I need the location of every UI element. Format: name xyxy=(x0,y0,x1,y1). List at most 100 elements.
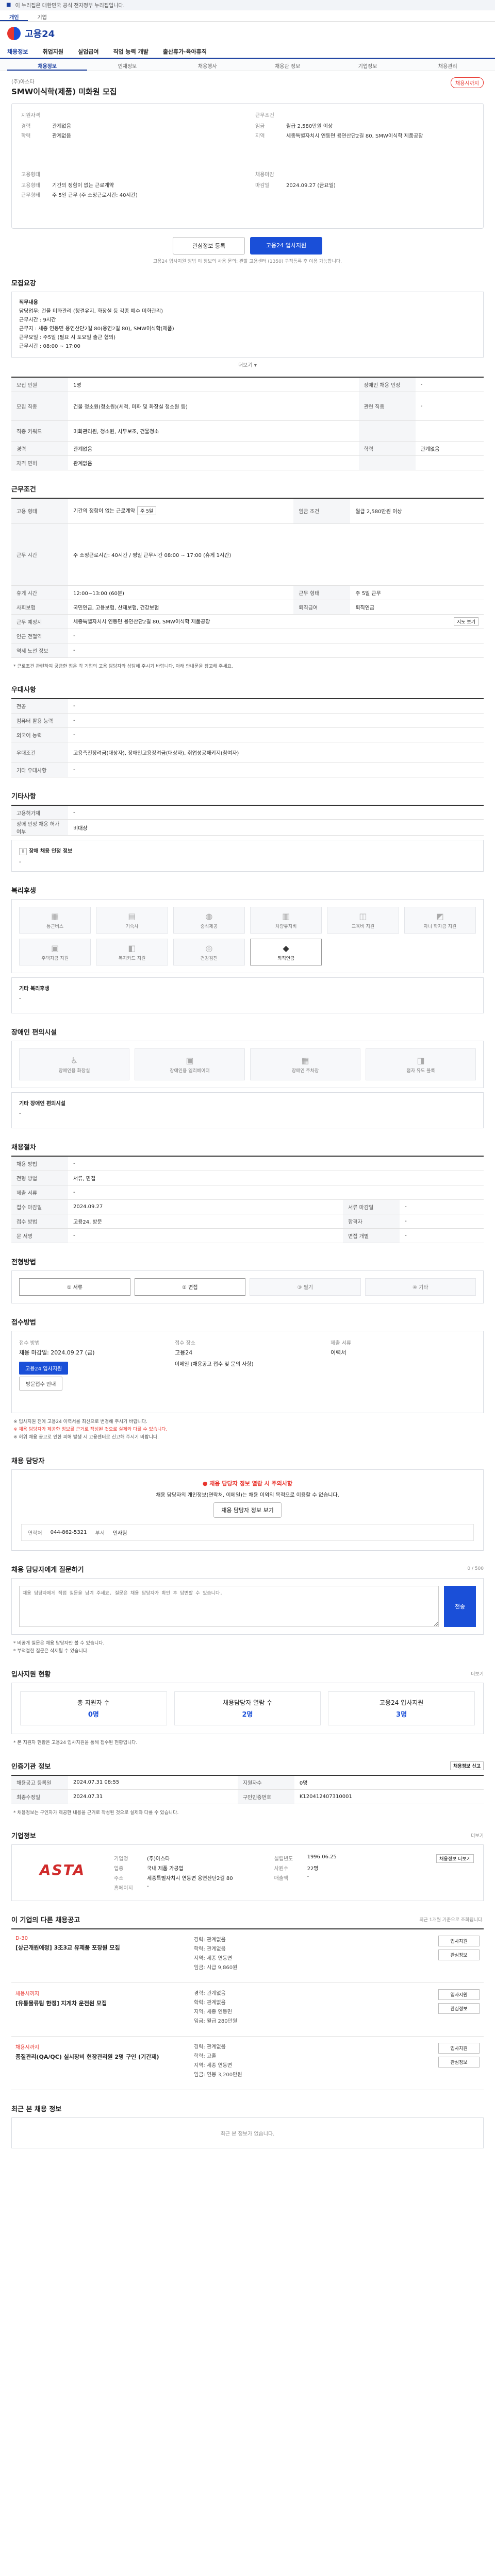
facility-item: ◨ 점자 유도 블록 xyxy=(366,1048,476,1081)
save-interest-button[interactable]: 관심정보 등록 xyxy=(173,237,245,255)
question-send-button[interactable]: 전송 xyxy=(444,1585,476,1627)
section-title-apply: 접수방법 xyxy=(11,1317,484,1327)
table-row: 인근 전철역 - xyxy=(11,629,484,643)
meta-line: 경력: 관계없음 xyxy=(194,1937,226,1943)
cell-key: 사회보험 xyxy=(11,600,68,615)
section-title-text: 채용 담당자 xyxy=(11,1457,45,1465)
other-apply-button[interactable]: 입사지원 xyxy=(438,1989,480,2001)
applicants-more-link[interactable]: 더보기 xyxy=(471,1670,484,1677)
other-apply-button[interactable]: 입사지원 xyxy=(438,1936,480,1947)
info-value: 22명 xyxy=(307,1866,319,1872)
recruit-line: 근무시간 : 08:00 ~ 17:00 xyxy=(19,344,80,349)
section-title-text: 채용 담당자에게 질문하기 xyxy=(11,1566,84,1574)
other-apply-button[interactable]: 입사지원 xyxy=(438,2043,480,2054)
benefit-label: 기숙사 xyxy=(125,924,139,929)
cell-key: 기타 우대사항 xyxy=(11,762,68,777)
question-input[interactable] xyxy=(19,1585,439,1627)
company-jobs-button[interactable]: 채용정보 더보기 xyxy=(436,1854,474,1863)
tab-personal[interactable]: 개인 xyxy=(0,10,28,21)
cell-key: 장애인 채용 인정 xyxy=(358,377,416,392)
view-contact-button[interactable]: 채용 담당자 정보 보기 xyxy=(213,1502,282,1518)
nav-item-training[interactable]: 직업 능력 개발 xyxy=(113,47,148,56)
other-jobs-list: D-30 [상근개원예정] 3조3교 유제품 포장원 모집 경력: 관계없음 학력:… xyxy=(11,1928,484,2091)
meta-line: 지역: 세종 연동면 xyxy=(194,1956,233,1962)
section-title-text: 전형방법 xyxy=(11,1258,36,1266)
list-item[interactable]: D-30 [상근개원예정] 3조3교 유제품 포장원 모집 경력: 관계없음 학력:… xyxy=(11,1929,484,1984)
report-button[interactable]: 채용정보 신고 xyxy=(450,1761,484,1770)
cell-value xyxy=(415,455,484,470)
benefit-item: ▦ 통근버스 xyxy=(19,907,91,934)
stat-value: 3명 xyxy=(396,1711,407,1719)
other-job-actions: 입사지원관심정보 xyxy=(438,1936,480,1976)
benefit-item: ▤ 기숙사 xyxy=(96,907,168,934)
sub-nav-item-manage[interactable]: 채용관리 xyxy=(408,59,488,71)
stat-label: 고용24 입사지원 xyxy=(380,1699,424,1707)
section-title-text: 접수방법 xyxy=(11,1318,36,1327)
cell-key: 서류 마감일 xyxy=(343,1199,400,1214)
section-title-work: 근무조건 xyxy=(11,484,484,494)
facility-item: ♿ 장애인용 화장실 xyxy=(19,1048,129,1081)
other-job-title[interactable]: [유통물류팀 한정] 지게차 운전원 모집 xyxy=(15,1999,186,2007)
table-row: 고용 형태 기간의 정함이 없는 근로계약 주 5일 임금 조건 월급 2,580만원 … xyxy=(11,498,484,524)
section-title-text: 최근 본 채용 정보 xyxy=(11,2106,62,2114)
other-save-button[interactable]: 관심정보 xyxy=(438,2003,480,2014)
sub-nav-item-events[interactable]: 채용행사 xyxy=(168,59,248,71)
facility-etc-text: - xyxy=(19,1111,21,1117)
other-job-title[interactable]: [상근개원예정] 3조3교 유제품 포장원 모집 xyxy=(15,1943,186,1952)
table-row: 최종수정일 2024.07.31 구인인증번호 K120412407310001 xyxy=(11,1789,484,1805)
more-link-text[interactable]: 더보기 xyxy=(238,363,253,368)
tab-company[interactable]: 기업 xyxy=(28,10,56,21)
table-row: 전형 방법 서류, 면접 xyxy=(11,1171,484,1185)
cell-key: 자격 면허 xyxy=(11,455,68,470)
section-title-etc: 기타사항 xyxy=(11,791,484,801)
summary-conditions: 근무조건 임금 월급 2,580만원 이상 지역 세종특별자치시 연동면 용연산단2… xyxy=(255,111,474,162)
cell-value: 고용촉진장려금(대상자), 장애인고용장려금(대상자), 취업성공패키지(참여자… xyxy=(68,742,484,763)
more-link[interactable]: 더보기 ▾ xyxy=(11,361,484,368)
benefit-item: ▣ 주택자금 지원 xyxy=(19,939,91,966)
nav-item-leave[interactable]: 출산휴가·육아휴직 xyxy=(163,47,207,56)
company-name[interactable]: (주)아스타 xyxy=(11,77,117,85)
apply-button[interactable]: 고용24 입사지원 xyxy=(250,237,322,255)
table-row: 우대조건 고용촉진장려금(대상자), 장애인고용장려금(대상자), 취업성공패키지… xyxy=(11,742,484,763)
other-save-button[interactable]: 관심정보 xyxy=(438,1950,480,1961)
summary-deadline: 채용마감 마감일 2024.09.27 (금요일) xyxy=(255,170,474,221)
apply-online-button[interactable]: 고용24 입사지원 xyxy=(19,1361,69,1375)
contact-dept: 인사팀 xyxy=(112,1530,127,1536)
other-save-button[interactable]: 관심정보 xyxy=(438,2057,480,2068)
section-title-text: 모집요강 xyxy=(11,280,36,287)
summary-row: 지역 세종특별자치시 연동면 용연산단2길 80, SMW이식학 제품공장 xyxy=(255,130,474,140)
section-title-recruit: 모집요강 xyxy=(11,278,484,287)
table-row: 모집 직종 건물 청소원(청소원)(세척, 미화 및 화장실 청소원 등) 관련 직… xyxy=(11,392,484,421)
sub-nav-item-hall[interactable]: 채용관 정보 xyxy=(248,59,327,71)
info-key: 매출액 xyxy=(274,1876,289,1882)
logo-icon[interactable] xyxy=(7,27,21,40)
sub-nav-item-jobs[interactable]: 채용정보 xyxy=(7,59,88,71)
cell-key: 지원자수 xyxy=(237,1775,294,1790)
cell-value: 주 소정근로시간: 40시간 / 평일 근무시간 08:00 ~ 17:00 (… xyxy=(68,523,484,586)
sub-nav-item-talent[interactable]: 인재정보 xyxy=(87,59,167,71)
logo-text[interactable]: 고용24 xyxy=(25,27,55,40)
etc-disability-title: i 장애 채용 인정 정보 xyxy=(19,846,476,856)
company-more-link[interactable]: 더보기 xyxy=(471,1832,484,1839)
cell-value: - xyxy=(400,1214,484,1229)
visit-guide-button[interactable]: 방문접수 안내 xyxy=(19,1376,63,1391)
welfare-table: 전공 - 컴퓨터 활용 능력 - 외국어 능력 - 우대조건 고용촉진장려금(대상자),… xyxy=(11,698,484,777)
sub-nav-item-company[interactable]: 기업정보 xyxy=(327,59,407,71)
summary-row: 고용형태 기간의 정함이 없는 근로계약 xyxy=(21,180,240,190)
list-item[interactable]: 채용시까지 [유통물류팀 한정] 지게차 운전원 모집 경력: 관계없음 학력: 관… xyxy=(11,1983,484,2037)
nav-item-support[interactable]: 취업지원 xyxy=(42,47,63,56)
applicant-stats: 총 지원자 수 0명 채용담당자 열람 수 2명 고용24 입사지원 3명 xyxy=(11,1683,484,1735)
nav-item-jobs[interactable]: 채용정보 xyxy=(7,47,28,56)
map-button[interactable]: 지도 보기 xyxy=(454,617,478,626)
other-job-title[interactable]: 품질관리(QA/QC) 실시장비 현장관리원 2명 구인 (기간제) xyxy=(15,2053,186,2061)
job-summary: 지원자격 경력 관계없음 학력 관계없음 근무조건 임금 월급 2,580만원 이상 … xyxy=(11,103,484,229)
step-document: ① 서류 xyxy=(19,1278,130,1296)
nav-item-unemployment[interactable]: 실업급여 xyxy=(78,47,98,56)
section-title-text: 기타사항 xyxy=(11,792,36,801)
row-key: 경력 xyxy=(21,124,31,129)
table-row: 기타 우대사항 - xyxy=(11,762,484,777)
stat-value: 2명 xyxy=(242,1711,253,1719)
parking-icon: ▦ xyxy=(301,1055,309,1065)
list-item[interactable]: 채용시까지 품질관리(QA/QC) 실시장비 현장관리원 2명 구인 (기간제) … xyxy=(11,2037,484,2091)
cell-key: 우대조건 xyxy=(11,742,68,763)
